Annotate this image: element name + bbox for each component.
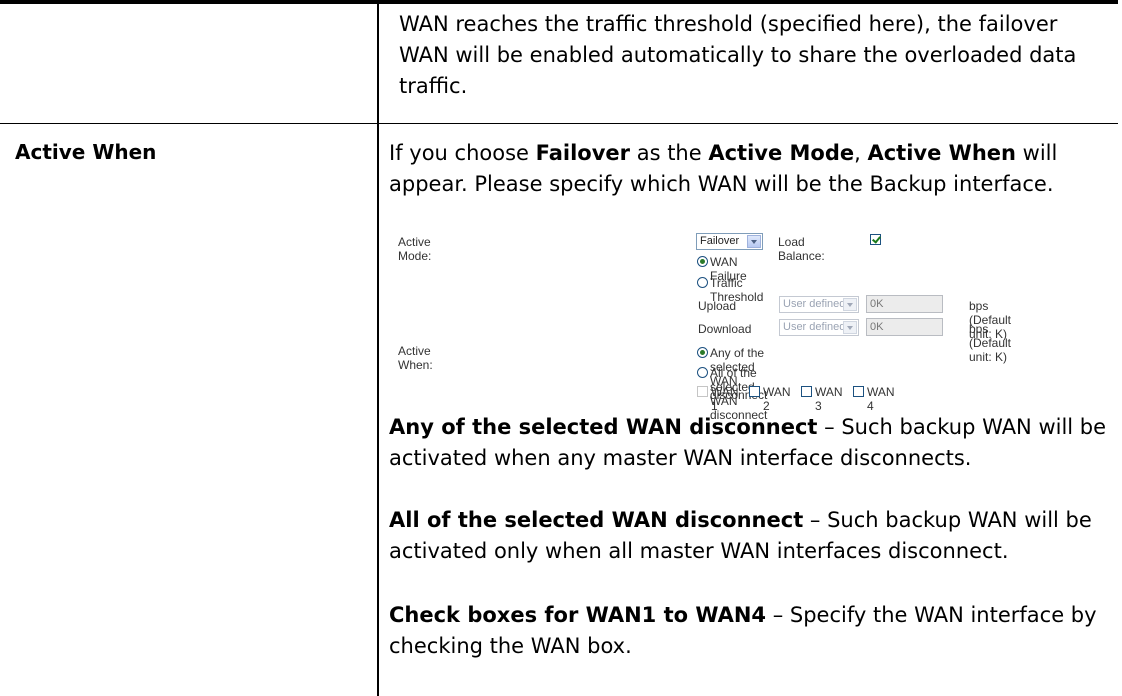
- chevron-down-icon: [747, 235, 761, 248]
- wan1-label: WAN 1: [711, 385, 739, 413]
- wan2-label: WAN 2: [763, 385, 791, 413]
- row-label-active-when: Active When: [15, 140, 157, 164]
- wan1-checkbox[interactable]: [697, 386, 708, 397]
- download-bps-note: bps (Default unit: K): [969, 322, 1012, 364]
- wan4-checkbox[interactable]: [853, 386, 864, 397]
- active-mode-select[interactable]: Failover: [696, 233, 763, 250]
- active-mode-select-value: Failover: [700, 235, 740, 247]
- row-divider: [0, 123, 1118, 124]
- wan3-checkbox[interactable]: [801, 386, 812, 397]
- active-when-label: Active When:: [398, 344, 433, 372]
- download-unit-select[interactable]: User defined: [779, 319, 859, 336]
- upload-label: Upload: [698, 299, 737, 313]
- upload-unit-value: User defined: [783, 298, 846, 310]
- document-table: WAN reaches the traffic threshold (speci…: [0, 0, 1118, 696]
- continuation-paragraph: WAN reaches the traffic threshold (speci…: [399, 12, 1077, 98]
- chevron-down-icon: [843, 321, 857, 334]
- download-label: Download: [698, 322, 752, 336]
- wan2-checkbox[interactable]: [749, 386, 760, 397]
- load-balance-checkbox[interactable]: [870, 234, 881, 245]
- wan-checkbox-paragraph: Check boxes for WAN1 to WAN4 – Specify t…: [389, 603, 1097, 658]
- wan-failure-radio[interactable]: [697, 256, 708, 267]
- download-unit-value: User defined: [783, 321, 846, 333]
- all-disconnect-paragraph: All of the selected WAN disconnect – Suc…: [389, 508, 1092, 563]
- upload-unit-select[interactable]: User defined: [779, 296, 859, 313]
- wan4-label: WAN 4: [867, 385, 895, 413]
- load-balance-label: Load Balance:: [778, 235, 825, 263]
- column-divider: [377, 4, 379, 696]
- all-disconnect-radio[interactable]: [697, 367, 708, 378]
- any-disconnect-paragraph: Any of the selected WAN disconnect – Suc…: [389, 415, 1107, 470]
- chevron-down-icon: [843, 298, 857, 311]
- intro-paragraph: If you choose Failover as the Active Mod…: [389, 141, 1058, 196]
- download-field[interactable]: 0K: [866, 318, 943, 336]
- active-mode-label: Active Mode:: [398, 235, 432, 263]
- upload-field[interactable]: 0K: [866, 295, 943, 313]
- wan3-label: WAN 3: [815, 385, 843, 413]
- any-disconnect-radio[interactable]: [697, 347, 708, 358]
- traffic-threshold-radio[interactable]: [697, 277, 708, 288]
- top-border: [0, 0, 1118, 4]
